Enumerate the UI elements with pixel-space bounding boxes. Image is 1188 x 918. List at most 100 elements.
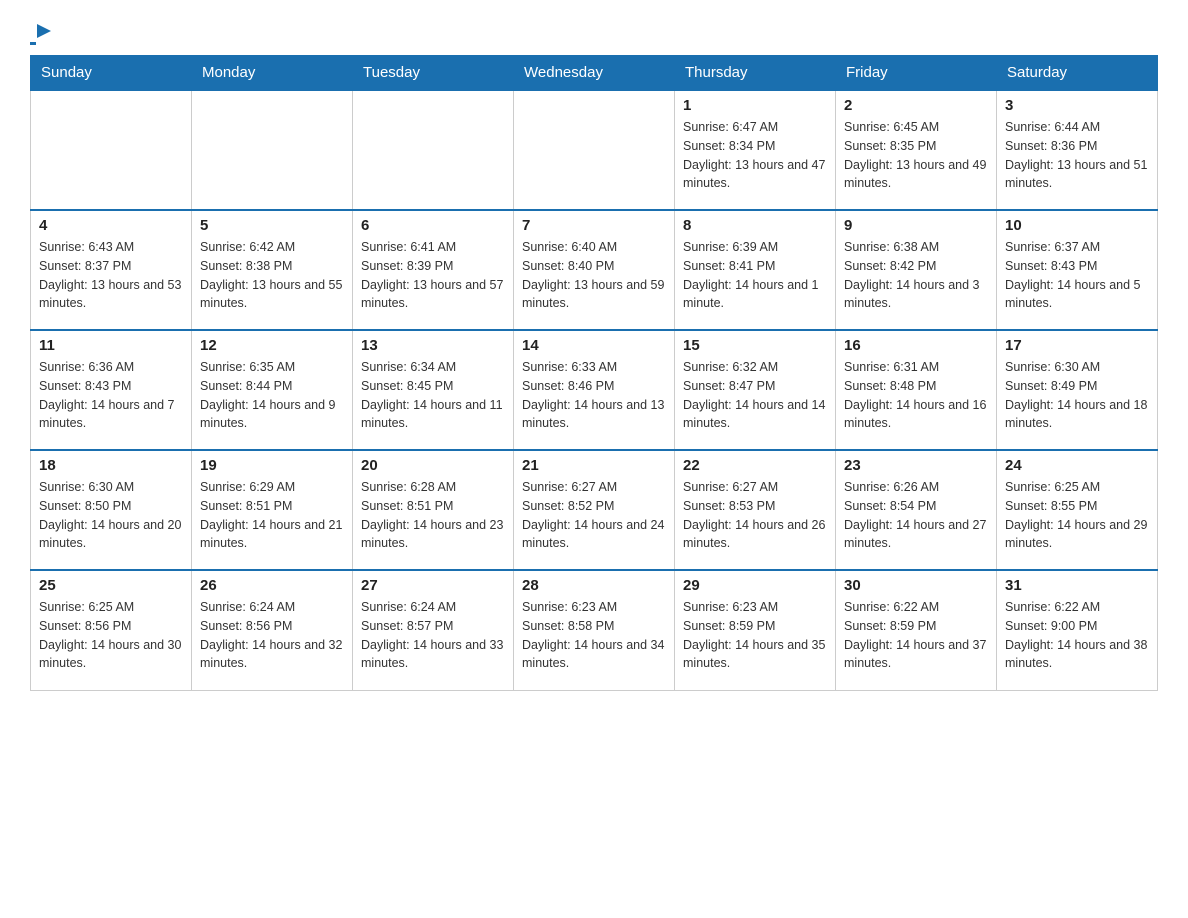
calendar-cell: 18 Sunrise: 6:30 AMSunset: 8:50 PMDayligh… xyxy=(31,450,192,570)
day-info: Sunrise: 6:25 AMSunset: 8:56 PMDaylight:… xyxy=(39,598,183,673)
calendar-cell: 12 Sunrise: 6:35 AMSunset: 8:44 PMDayligh… xyxy=(192,330,353,450)
day-info: Sunrise: 6:27 AMSunset: 8:53 PMDaylight:… xyxy=(683,478,827,553)
calendar-header-row: SundayMondayTuesdayWednesdayThursdayFrid… xyxy=(31,56,1158,91)
calendar-cell: 28 Sunrise: 6:23 AMSunset: 8:58 PMDayligh… xyxy=(514,570,675,690)
calendar-cell: 24 Sunrise: 6:25 AMSunset: 8:55 PMDayligh… xyxy=(997,450,1158,570)
calendar-cell: 10 Sunrise: 6:37 AMSunset: 8:43 PMDayligh… xyxy=(997,210,1158,330)
day-number: 30 xyxy=(844,577,988,594)
day-info: Sunrise: 6:36 AMSunset: 8:43 PMDaylight:… xyxy=(39,358,183,433)
day-info: Sunrise: 6:34 AMSunset: 8:45 PMDaylight:… xyxy=(361,358,505,433)
calendar-cell: 20 Sunrise: 6:28 AMSunset: 8:51 PMDayligh… xyxy=(353,450,514,570)
day-info: Sunrise: 6:22 AMSunset: 8:59 PMDaylight:… xyxy=(844,598,988,673)
col-header-tuesday: Tuesday xyxy=(353,56,514,91)
calendar-cell: 7 Sunrise: 6:40 AMSunset: 8:40 PMDaylight… xyxy=(514,210,675,330)
day-info: Sunrise: 6:23 AMSunset: 8:59 PMDaylight:… xyxy=(683,598,827,673)
day-info: Sunrise: 6:29 AMSunset: 8:51 PMDaylight:… xyxy=(200,478,344,553)
day-info: Sunrise: 6:23 AMSunset: 8:58 PMDaylight:… xyxy=(522,598,666,673)
day-number: 31 xyxy=(1005,577,1149,594)
day-number: 5 xyxy=(200,217,344,234)
week-row-2: 4Sunrise: 6:43 AMSunset: 8:37 PMDaylight… xyxy=(31,210,1158,330)
day-info: Sunrise: 6:31 AMSunset: 8:48 PMDaylight:… xyxy=(844,358,988,433)
day-info: Sunrise: 6:42 AMSunset: 8:38 PMDaylight:… xyxy=(200,238,344,313)
day-number: 26 xyxy=(200,577,344,594)
day-info: Sunrise: 6:25 AMSunset: 8:55 PMDaylight:… xyxy=(1005,478,1149,553)
week-row-3: 11 Sunrise: 6:36 AMSunset: 8:43 PMDayligh… xyxy=(31,330,1158,450)
logo-flag-icon xyxy=(33,22,55,44)
col-header-thursday: Thursday xyxy=(675,56,836,91)
calendar-cell: 22 Sunrise: 6:27 AMSunset: 8:53 PMDayligh… xyxy=(675,450,836,570)
week-row-1: 1Sunrise: 6:47 AMSunset: 8:34 PMDaylight… xyxy=(31,90,1158,210)
day-number: 19 xyxy=(200,457,344,474)
calendar-cell: 17 Sunrise: 6:30 AMSunset: 8:49 PMDayligh… xyxy=(997,330,1158,450)
page-header xyxy=(30,20,1158,45)
calendar-cell: 14 Sunrise: 6:33 AMSunset: 8:46 PMDayligh… xyxy=(514,330,675,450)
day-info: Sunrise: 6:39 AMSunset: 8:41 PMDaylight:… xyxy=(683,238,827,313)
calendar-cell: 5 Sunrise: 6:42 AMSunset: 8:38 PMDaylight… xyxy=(192,210,353,330)
day-info: Sunrise: 6:24 AMSunset: 8:56 PMDaylight:… xyxy=(200,598,344,673)
day-number: 17 xyxy=(1005,337,1149,354)
calendar-cell: 4Sunrise: 6:43 AMSunset: 8:37 PMDaylight… xyxy=(31,210,192,330)
day-number: 13 xyxy=(361,337,505,354)
calendar-cell: 31 Sunrise: 6:22 AMSunset: 9:00 PMDayligh… xyxy=(997,570,1158,690)
logo xyxy=(30,20,55,45)
day-info: Sunrise: 6:40 AMSunset: 8:40 PMDaylight:… xyxy=(522,238,666,313)
day-number: 1 xyxy=(683,97,827,114)
calendar-cell: 30 Sunrise: 6:22 AMSunset: 8:59 PMDayligh… xyxy=(836,570,997,690)
day-number: 10 xyxy=(1005,217,1149,234)
calendar-table: SundayMondayTuesdayWednesdayThursdayFrid… xyxy=(30,55,1158,691)
day-info: Sunrise: 6:37 AMSunset: 8:43 PMDaylight:… xyxy=(1005,238,1149,313)
col-header-monday: Monday xyxy=(192,56,353,91)
day-number: 18 xyxy=(39,457,183,474)
calendar-cell: 27Sunrise: 6:24 AMSunset: 8:57 PMDayligh… xyxy=(353,570,514,690)
day-info: Sunrise: 6:26 AMSunset: 8:54 PMDaylight:… xyxy=(844,478,988,553)
day-number: 27 xyxy=(361,577,505,594)
calendar-cell: 21Sunrise: 6:27 AMSunset: 8:52 PMDayligh… xyxy=(514,450,675,570)
day-number: 28 xyxy=(522,577,666,594)
calendar-cell: 29Sunrise: 6:23 AMSunset: 8:59 PMDayligh… xyxy=(675,570,836,690)
day-number: 15 xyxy=(683,337,827,354)
day-number: 3 xyxy=(1005,97,1149,114)
day-info: Sunrise: 6:33 AMSunset: 8:46 PMDaylight:… xyxy=(522,358,666,433)
col-header-saturday: Saturday xyxy=(997,56,1158,91)
day-number: 2 xyxy=(844,97,988,114)
day-number: 24 xyxy=(1005,457,1149,474)
day-number: 23 xyxy=(844,457,988,474)
calendar-cell: 1Sunrise: 6:47 AMSunset: 8:34 PMDaylight… xyxy=(675,90,836,210)
calendar-cell: 2 Sunrise: 6:45 AMSunset: 8:35 PMDaylight… xyxy=(836,90,997,210)
day-info: Sunrise: 6:38 AMSunset: 8:42 PMDaylight:… xyxy=(844,238,988,313)
calendar-cell: 6Sunrise: 6:41 AMSunset: 8:39 PMDaylight… xyxy=(353,210,514,330)
day-number: 22 xyxy=(683,457,827,474)
calendar-cell: 26 Sunrise: 6:24 AMSunset: 8:56 PMDayligh… xyxy=(192,570,353,690)
calendar-cell xyxy=(31,90,192,210)
day-number: 14 xyxy=(522,337,666,354)
day-info: Sunrise: 6:22 AMSunset: 9:00 PMDaylight:… xyxy=(1005,598,1149,673)
day-info: Sunrise: 6:30 AMSunset: 8:49 PMDaylight:… xyxy=(1005,358,1149,433)
calendar-cell xyxy=(514,90,675,210)
calendar-cell: 13 Sunrise: 6:34 AMSunset: 8:45 PMDayligh… xyxy=(353,330,514,450)
day-number: 6 xyxy=(361,217,505,234)
calendar-cell: 3Sunrise: 6:44 AMSunset: 8:36 PMDaylight… xyxy=(997,90,1158,210)
day-number: 11 xyxy=(39,337,183,354)
week-row-4: 18 Sunrise: 6:30 AMSunset: 8:50 PMDayligh… xyxy=(31,450,1158,570)
day-number: 20 xyxy=(361,457,505,474)
calendar-cell: 9 Sunrise: 6:38 AMSunset: 8:42 PMDaylight… xyxy=(836,210,997,330)
day-info: Sunrise: 6:27 AMSunset: 8:52 PMDaylight:… xyxy=(522,478,666,553)
day-info: Sunrise: 6:43 AMSunset: 8:37 PMDaylight:… xyxy=(39,238,183,313)
col-header-friday: Friday xyxy=(836,56,997,91)
day-info: Sunrise: 6:35 AMSunset: 8:44 PMDaylight:… xyxy=(200,358,344,433)
day-number: 7 xyxy=(522,217,666,234)
day-info: Sunrise: 6:30 AMSunset: 8:50 PMDaylight:… xyxy=(39,478,183,553)
calendar-cell: 11 Sunrise: 6:36 AMSunset: 8:43 PMDayligh… xyxy=(31,330,192,450)
calendar-cell: 8Sunrise: 6:39 AMSunset: 8:41 PMDaylight… xyxy=(675,210,836,330)
calendar-cell xyxy=(192,90,353,210)
day-info: Sunrise: 6:28 AMSunset: 8:51 PMDaylight:… xyxy=(361,478,505,553)
col-header-sunday: Sunday xyxy=(31,56,192,91)
week-row-5: 25 Sunrise: 6:25 AMSunset: 8:56 PMDayligh… xyxy=(31,570,1158,690)
day-number: 12 xyxy=(200,337,344,354)
calendar-cell: 25 Sunrise: 6:25 AMSunset: 8:56 PMDayligh… xyxy=(31,570,192,690)
calendar-cell xyxy=(353,90,514,210)
day-number: 9 xyxy=(844,217,988,234)
day-number: 16 xyxy=(844,337,988,354)
day-info: Sunrise: 6:45 AMSunset: 8:35 PMDaylight:… xyxy=(844,118,988,193)
day-number: 25 xyxy=(39,577,183,594)
